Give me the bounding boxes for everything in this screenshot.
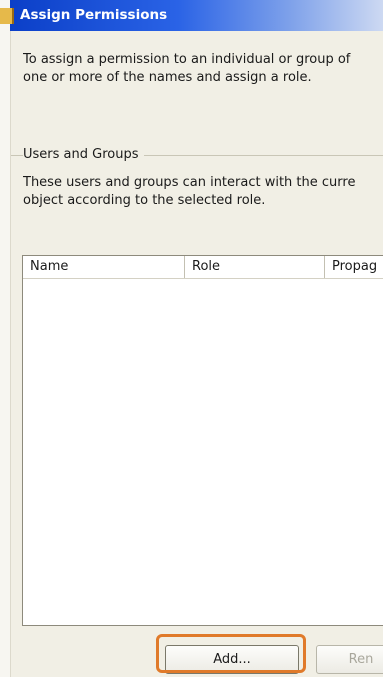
- window-title: Assign Permissions: [20, 7, 168, 23]
- column-header-role[interactable]: Role: [185, 256, 325, 278]
- list-body[interactable]: [23, 279, 383, 625]
- title-bar[interactable]: Assign Permissions: [0, 0, 383, 31]
- add-button-highlight: [156, 634, 306, 673]
- users-groups-description: These users and groups can interact with…: [23, 175, 356, 208]
- window-left-strip: [0, 0, 11, 677]
- users-groups-label: Users and Groups: [23, 146, 145, 164]
- assign-permissions-window: Assign Permissions To assign a permissio…: [0, 0, 383, 677]
- column-header-name[interactable]: Name: [23, 256, 185, 278]
- list-header: Name Role Propag: [23, 256, 383, 279]
- intro-text: To assign a permission to an individual …: [23, 52, 351, 85]
- remove-button[interactable]: Ren: [316, 645, 383, 674]
- column-header-propagate[interactable]: Propag: [325, 256, 383, 278]
- users-groups-list[interactable]: Name Role Propag: [22, 255, 383, 626]
- window-icon: [0, 8, 14, 24]
